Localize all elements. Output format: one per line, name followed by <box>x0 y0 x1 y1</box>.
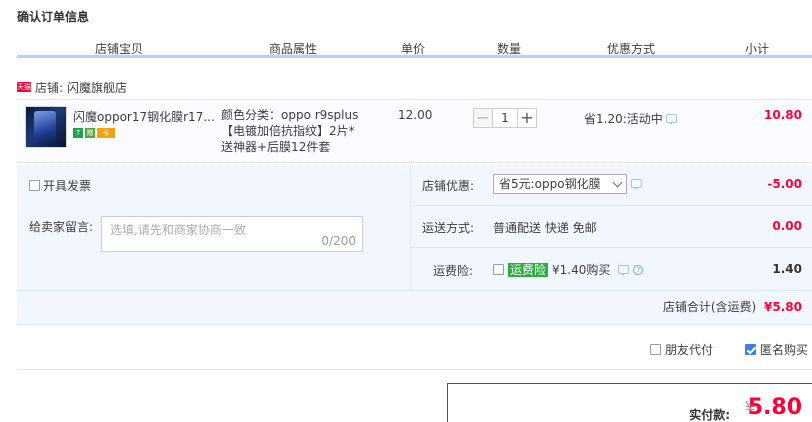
payment-amount: 5.80 <box>747 395 802 420</box>
quantity-stepper: − 1 + <box>473 108 537 128</box>
service-badges: 7 赠 卡 <box>73 128 115 138</box>
section-divider <box>17 369 812 370</box>
header-item-props: 商品属性 <box>269 42 318 56</box>
shop-total: 店铺合计(含运费) ¥5.80 <box>663 298 802 315</box>
insurance-price-text: ¥1.40购买 <box>552 263 611 277</box>
product-thumbnail[interactable] <box>25 106 67 148</box>
product-props: 颜色分类：oppo r9splus 【电镀加倍抗指纹】2片* 送神器+后膜12件… <box>221 107 371 155</box>
invoice-label: 开具发票 <box>43 179 92 193</box>
seller-message-input[interactable]: 选填,请先和商家协商一致 0/200 <box>101 216 363 252</box>
product-title-link[interactable]: 闪魔oppor17钢化膜r17... <box>73 108 219 125</box>
chevron-down-icon <box>612 177 623 188</box>
props-line: 送神器+后膜12件套 <box>221 140 331 154</box>
header-price: 单价 <box>401 42 426 56</box>
order-options-panel: 开具发票 给卖家留言: 选填,请先和商家协商一致 0/200 店铺优惠: 省5元… <box>17 165 812 325</box>
insurance-checkbox[interactable] <box>493 264 504 275</box>
invoice-option[interactable]: 开具发票 <box>29 177 91 194</box>
chat-icon[interactable] <box>665 114 677 125</box>
row-divider <box>410 247 812 248</box>
item-subtotal: 10.80 <box>764 108 802 122</box>
anonymous-option[interactable]: 匿名购买 <box>745 341 808 358</box>
seven-day-return-icon[interactable]: 7 <box>73 128 83 138</box>
qty-plus-button[interactable]: + <box>517 108 537 128</box>
discount-label: 店铺优惠: <box>422 179 475 193</box>
table-header: 店铺宝贝 商品属性 单价 数量 优惠方式 小计 <box>17 38 812 58</box>
help-icon[interactable]: ? <box>633 264 644 275</box>
message-placeholder: 选填,请先和商家协商一致 <box>110 223 246 237</box>
message-char-count: 0/200 <box>321 234 356 248</box>
insurance-option[interactable]: 运费险 ¥1.40购买 ? <box>493 261 644 278</box>
friend-pay-option[interactable]: 朋友代付 <box>650 341 713 358</box>
payment-label: 实付款: <box>689 408 730 422</box>
props-line: 【电镀加倍抗指纹】2片* <box>221 124 355 138</box>
anonymous-checkbox[interactable] <box>745 344 756 355</box>
shipping-label: 运送方式: <box>422 221 475 235</box>
order-item-row: 闪魔oppor17钢化膜r17... 7 赠 卡 颜色分类：oppo r9spl… <box>17 99 812 163</box>
chat-icon[interactable] <box>618 265 630 276</box>
payment-summary: 实付款: ¥ 5.80 <box>447 383 812 422</box>
unit-price: 12.00 <box>398 108 433 122</box>
friend-pay-checkbox[interactable] <box>650 344 661 355</box>
shop-line: 天猫 店铺: 闪魔旗舰店 <box>17 79 127 96</box>
friend-pay-label: 朋友代付 <box>665 343 714 357</box>
shop-total-value: ¥5.80 <box>764 300 802 314</box>
header-shop-item: 店铺宝贝 <box>95 42 144 56</box>
header-subtotal: 小计 <box>745 42 770 56</box>
card-payment-icon[interactable]: 卡 <box>97 128 115 138</box>
shipping-value: 0.00 <box>772 219 802 233</box>
header-promo: 优惠方式 <box>607 42 656 56</box>
promo-text: 省1.20:活动中 <box>584 112 663 126</box>
row-divider <box>410 205 812 206</box>
tmall-icon: 天猫 <box>17 82 31 92</box>
insurance-tag: 运费险 <box>508 262 549 277</box>
insurance-value: 1.40 <box>772 262 802 276</box>
props-line: 颜色分类：oppo r9splus <box>221 108 359 122</box>
chat-icon[interactable] <box>631 179 642 190</box>
discount-selected-value: 省5元:oppo钢化膜 <box>499 177 601 191</box>
shop-total-label: 店铺合计(含运费) <box>662 300 757 314</box>
insurance-label: 运费险: <box>433 264 474 278</box>
gift-icon[interactable]: 赠 <box>85 128 95 138</box>
shop-name-link[interactable]: 闪魔旗舰店 <box>67 79 127 96</box>
discount-select[interactable]: 省5元:oppo钢化膜 <box>493 174 627 194</box>
shipping-method: 普通配送 快递 免邮 <box>493 221 597 235</box>
discount-value: -5.00 <box>767 177 802 191</box>
page-title: 确认订单信息 <box>17 10 90 24</box>
qty-input[interactable]: 1 <box>493 108 517 128</box>
anonymous-label: 匿名购买 <box>760 343 809 357</box>
panel-divider <box>410 165 411 290</box>
promo-info: 省1.20:活动中 <box>584 110 677 127</box>
row-divider <box>17 290 812 291</box>
qty-minus-button[interactable]: − <box>473 108 493 128</box>
shop-label: 店铺: <box>35 80 64 95</box>
header-quantity: 数量 <box>497 42 522 56</box>
invoice-checkbox[interactable] <box>29 180 40 191</box>
message-label: 给卖家留言: <box>29 220 94 234</box>
